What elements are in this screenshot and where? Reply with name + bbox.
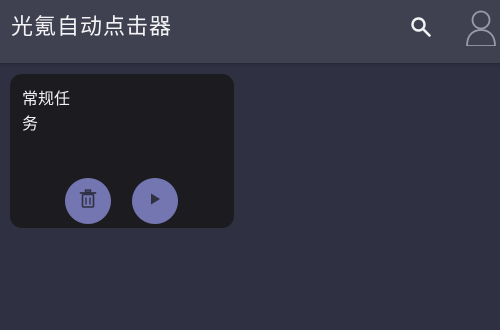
delete-button[interactable] [65,178,111,224]
play-icon [147,191,163,211]
app-bar: 光氪自动点击器 [0,0,500,63]
play-button[interactable] [132,178,178,224]
app-title: 光氪自动点击器 [11,15,173,40]
search-button[interactable] [404,12,438,46]
delete-icon [79,189,97,213]
search-icon [410,16,432,42]
task-card[interactable]: 常规任务 [10,74,234,228]
task-title: 常规任务 [22,89,71,133]
account-icon [462,6,500,46]
account-button[interactable] [462,6,500,46]
